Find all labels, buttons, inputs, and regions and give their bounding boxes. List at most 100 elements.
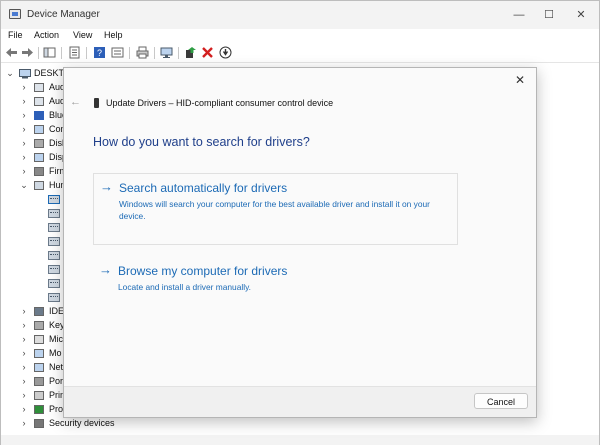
- menu-view[interactable]: View: [73, 30, 92, 40]
- minimize-button[interactable]: —: [503, 5, 535, 25]
- expand-icon[interactable]: ›: [20, 390, 28, 400]
- scan-hardware-changes-icon[interactable]: [160, 46, 173, 59]
- hid-device-item[interactable]: [1, 263, 71, 277]
- help-icon[interactable]: ?: [93, 46, 106, 59]
- monitor-icon: [34, 349, 44, 358]
- ide-controller-icon: [34, 307, 44, 316]
- tree-category[interactable]: › Aud: [1, 95, 71, 109]
- menu-file[interactable]: File: [8, 30, 23, 40]
- tree-category-label: IDE: [49, 306, 65, 316]
- tree-category[interactable]: › Disk: [1, 137, 71, 151]
- hid-device-item[interactable]: [1, 277, 71, 291]
- option-heading: Browse my computer for drivers: [118, 264, 288, 278]
- ports-icon: [34, 377, 44, 386]
- hid-device-item[interactable]: [1, 207, 71, 221]
- display-adapter-icon: [34, 153, 44, 162]
- tree-category-label: Net: [49, 362, 64, 372]
- tree-root[interactable]: ⌄ DESKTO: [1, 67, 71, 81]
- expand-icon[interactable]: ›: [20, 348, 28, 358]
- expand-icon[interactable]: ›: [20, 376, 28, 386]
- tree-category[interactable]: › Prin: [1, 389, 71, 403]
- hid-device-item[interactable]: [1, 249, 71, 263]
- tree-category-label: Mic: [49, 334, 63, 344]
- option-heading: Search automatically for drivers: [119, 181, 288, 195]
- window-title: Device Manager: [27, 9, 100, 20]
- dialog-title: Update Drivers – HID-compliant consumer …: [106, 98, 334, 108]
- hid-device-icon: [48, 209, 60, 218]
- tree-category[interactable]: › Por: [1, 375, 71, 389]
- tree-category-label: Mo: [49, 348, 62, 358]
- tree-category[interactable]: › Disp: [1, 151, 71, 165]
- collapse-icon[interactable]: ⌄: [6, 68, 14, 79]
- hid-device-item[interactable]: [1, 193, 71, 207]
- option-description: Locate and install a driver manually.: [118, 282, 251, 292]
- hid-device-icon: [48, 237, 60, 246]
- firmware-icon: [34, 167, 44, 176]
- expand-icon[interactable]: ›: [20, 110, 28, 120]
- tree-category[interactable]: › Mic: [1, 333, 71, 347]
- network-icon: [34, 363, 44, 372]
- toolbar: ?: [1, 44, 599, 63]
- toolbar-separator: [38, 47, 39, 59]
- expand-icon[interactable]: ›: [20, 96, 28, 106]
- back-icon[interactable]: [5, 46, 18, 59]
- collapse-icon[interactable]: ⌄: [20, 180, 28, 191]
- properties-icon[interactable]: [68, 46, 81, 59]
- expand-icon[interactable]: ›: [20, 306, 28, 316]
- expand-icon[interactable]: ›: [20, 334, 28, 344]
- printer-icon: [34, 391, 44, 400]
- expand-icon[interactable]: ›: [20, 418, 28, 428]
- expand-icon[interactable]: ›: [20, 166, 28, 176]
- tree-category[interactable]: › Key: [1, 319, 71, 333]
- status-bar: [1, 435, 599, 445]
- hid-icon: [34, 181, 44, 190]
- hid-device-item[interactable]: [1, 221, 71, 235]
- expand-icon[interactable]: ›: [20, 152, 28, 162]
- print-icon[interactable]: [136, 46, 149, 59]
- menu-bar: File Action View Help: [1, 29, 599, 43]
- cancel-button[interactable]: Cancel: [474, 393, 528, 409]
- tree-category[interactable]: › Aud: [1, 81, 71, 95]
- tree-category[interactable]: › Con: [1, 123, 71, 137]
- toolbar-separator: [61, 47, 62, 59]
- computer-icon: [19, 69, 31, 79]
- tree-category[interactable]: › Mo: [1, 347, 71, 361]
- expand-icon[interactable]: ›: [20, 138, 28, 148]
- search-automatically-option[interactable]: → Search automatically for drivers Windo…: [93, 173, 458, 245]
- hid-device-icon: [48, 265, 60, 274]
- view-icon[interactable]: [111, 46, 124, 59]
- close-window-button[interactable]: ✕: [565, 5, 597, 25]
- audio-icon: [34, 97, 44, 106]
- processor-icon: [34, 405, 44, 414]
- tree-category[interactable]: › Blue: [1, 109, 71, 123]
- back-arrow-icon[interactable]: ←: [70, 96, 81, 108]
- option-description: Windows will search your computer for th…: [119, 199, 430, 221]
- expand-icon[interactable]: ›: [20, 124, 28, 134]
- update-drivers-dialog: ✕ ← Update Drivers – HID-compliant consu…: [63, 67, 537, 418]
- tree-category[interactable]: › IDE: [1, 305, 71, 319]
- dialog-close-button[interactable]: ✕: [512, 72, 528, 88]
- expand-icon[interactable]: ›: [20, 82, 28, 92]
- browse-computer-option[interactable]: → Browse my computer for drivers Locate …: [93, 257, 458, 293]
- hid-device-item[interactable]: [1, 291, 71, 305]
- tree-category-expanded[interactable]: ⌄ Hun: [1, 179, 71, 193]
- hid-device-item[interactable]: [1, 235, 71, 249]
- show-hide-console-tree-icon[interactable]: [43, 46, 56, 59]
- tree-category[interactable]: › Pro: [1, 403, 71, 417]
- disable-device-icon[interactable]: [219, 46, 232, 59]
- forward-icon[interactable]: [21, 46, 34, 59]
- tree-category[interactable]: › Firm: [1, 165, 71, 179]
- update-driver-icon[interactable]: [184, 46, 197, 59]
- menu-action[interactable]: Action: [34, 30, 59, 40]
- maximize-button[interactable]: ☐: [533, 5, 565, 25]
- tree-category[interactable]: › Security devices: [1, 417, 131, 431]
- toolbar-separator: [178, 47, 179, 59]
- keyboard-icon: [34, 321, 44, 330]
- expand-icon[interactable]: ›: [20, 362, 28, 372]
- uninstall-device-icon[interactable]: [201, 46, 214, 59]
- expand-icon[interactable]: ›: [20, 404, 28, 414]
- menu-help[interactable]: Help: [104, 30, 123, 40]
- tree-category[interactable]: › Net: [1, 361, 71, 375]
- hid-device-icon: [48, 251, 60, 260]
- expand-icon[interactable]: ›: [20, 320, 28, 330]
